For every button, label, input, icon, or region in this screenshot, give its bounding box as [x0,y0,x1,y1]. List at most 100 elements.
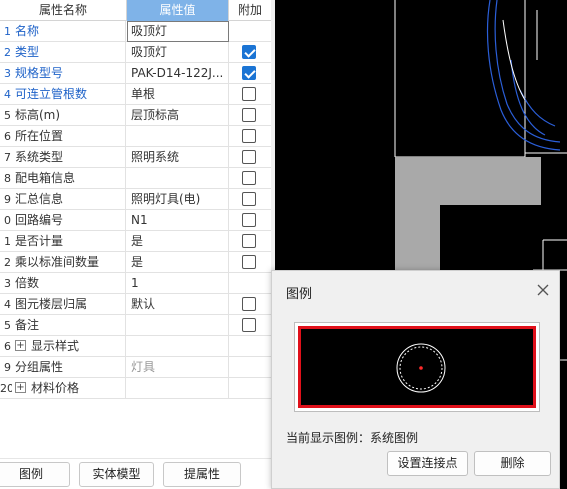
expand-icon[interactable]: + [15,382,26,393]
wall-block [525,157,541,205]
close-icon[interactable] [534,281,552,299]
legend-dialog: 图例 当前显示图例：系统图例 设置连接点 删除 [271,270,560,489]
attach-checkbox[interactable] [242,318,256,332]
attach-checkbox[interactable] [242,108,256,122]
property-row[interactable]: 7 系统类型 照明系统 [0,147,271,168]
property-name: 配电箱信息 [15,168,126,189]
property-row[interactable]: 3 倍数 1 [0,273,271,294]
property-name: 汇总信息 [15,189,126,210]
property-name-text: 系统类型 [15,150,64,164]
property-row[interactable]: 9 汇总信息 照明灯具(电) [0,189,271,210]
attach-checkbox[interactable] [242,66,256,80]
property-name-text: 显示样式 [31,339,80,353]
property-row[interactable]: 4 可连立管根数 单根 [0,84,271,105]
property-value[interactable] [127,126,229,147]
set-connection-point-button[interactable]: 设置连接点 [387,451,468,476]
property-name: 倍数 [15,273,126,294]
property-name-text: 名称 [15,24,40,38]
extra-cell [229,231,271,252]
column-header-value[interactable]: 属性值 [127,0,229,21]
attach-checkbox[interactable] [242,192,256,206]
property-value[interactable] [127,315,229,336]
property-name: + 显示样式 [15,336,126,357]
fixture-detail [502,10,538,101]
property-name: 分组属性 [15,357,126,378]
property-value[interactable]: 是 [127,231,229,252]
property-value[interactable]: 默认 [127,294,229,315]
attach-checkbox[interactable] [242,213,256,227]
dialog-title: 图例 [286,287,313,302]
extra-cell [229,168,271,189]
legend-button[interactable]: 图例 [0,462,70,487]
expand-icon[interactable]: + [15,340,26,351]
property-value[interactable]: N1 [127,210,229,231]
column-header-name[interactable]: 属性名称 [0,0,127,21]
property-name-text: 规格型号 [15,66,64,80]
row-number: 9 [4,193,11,206]
property-row[interactable]: 5 标高(m) 层顶标高 [0,105,271,126]
property-row[interactable]: 9 分组属性 灯具 [0,357,271,378]
group-row[interactable]: 6 + 显示样式 [0,336,271,357]
property-name: 图元楼层归属 [15,294,126,315]
row-number: 3 [4,67,11,80]
property-value[interactable] [127,378,229,399]
property-row[interactable]: 1 是否计量 是 [0,231,271,252]
property-value-editor[interactable]: 吸顶灯 [127,21,229,42]
property-value[interactable] [127,336,229,357]
extra-cell [229,21,271,42]
row-number: 8 [4,172,11,185]
delete-button[interactable]: 删除 [474,451,551,476]
property-name-text: 可连立管根数 [15,87,88,101]
property-name: 标高(m) [15,105,126,126]
property-row[interactable]: 3 规格型号 PAK-D14-122J... [0,63,271,84]
extra-cell [229,357,271,378]
property-name: 规格型号 [15,63,126,84]
group-row[interactable]: 20 + 材料价格 [0,378,271,399]
attach-checkbox[interactable] [242,129,256,143]
extra-cell [229,147,271,168]
property-name: 回路编号 [15,210,126,231]
attach-checkbox[interactable] [242,171,256,185]
property-row[interactable]: 1 名称 吸顶灯 [0,21,271,42]
property-value[interactable]: 单根 [127,84,229,105]
column-header-extra[interactable]: 附加 [229,0,271,21]
property-row[interactable]: 6 所在位置 [0,126,271,147]
property-value[interactable]: 是 [127,252,229,273]
property-row[interactable]: 8 配电箱信息 [0,168,271,189]
attach-checkbox[interactable] [242,297,256,311]
row-number: 0 [4,214,11,227]
attach-checkbox[interactable] [242,255,256,269]
property-value[interactable]: 1 [127,273,229,294]
extra-cell [229,336,271,357]
attach-checkbox[interactable] [242,87,256,101]
property-row[interactable]: 2 乘以标准间数量 是 [0,252,271,273]
row-number: 20 [0,382,12,395]
wall-block [395,157,541,270]
property-name: 类型 [15,42,126,63]
solid-model-button[interactable]: 实体模型 [79,462,154,487]
property-name: 备注 [15,315,126,336]
property-row[interactable]: 2 类型 吸顶灯 [0,42,271,63]
grid-header: 属性名称 属性值 附加 [0,0,271,21]
property-value[interactable]: 灯具 [127,357,229,378]
property-name-text: 图元楼层归属 [15,297,88,311]
property-row[interactable]: 4 图元楼层归属 默认 [0,294,271,315]
property-value[interactable]: 照明灯具(电) [127,189,229,210]
property-name-text: 乘以标准间数量 [15,255,100,269]
extra-cell [229,84,271,105]
property-value[interactable]: 照明系统 [127,147,229,168]
attach-checkbox[interactable] [242,150,256,164]
attach-checkbox[interactable] [242,45,256,59]
property-value[interactable] [127,168,229,189]
attach-checkbox[interactable] [242,234,256,248]
extract-properties-button[interactable]: 提属性 [163,462,241,487]
property-value[interactable]: 吸顶灯 [127,42,229,63]
property-value[interactable]: PAK-D14-122J... [127,63,229,84]
property-row[interactable]: 0 回路编号 N1 [0,210,271,231]
property-name: + 材料价格 [15,378,126,399]
property-name: 所在位置 [15,126,126,147]
row-number: 9 [4,361,11,374]
extra-cell [229,252,271,273]
property-value[interactable]: 层顶标高 [127,105,229,126]
property-row[interactable]: 5 备注 [0,315,271,336]
